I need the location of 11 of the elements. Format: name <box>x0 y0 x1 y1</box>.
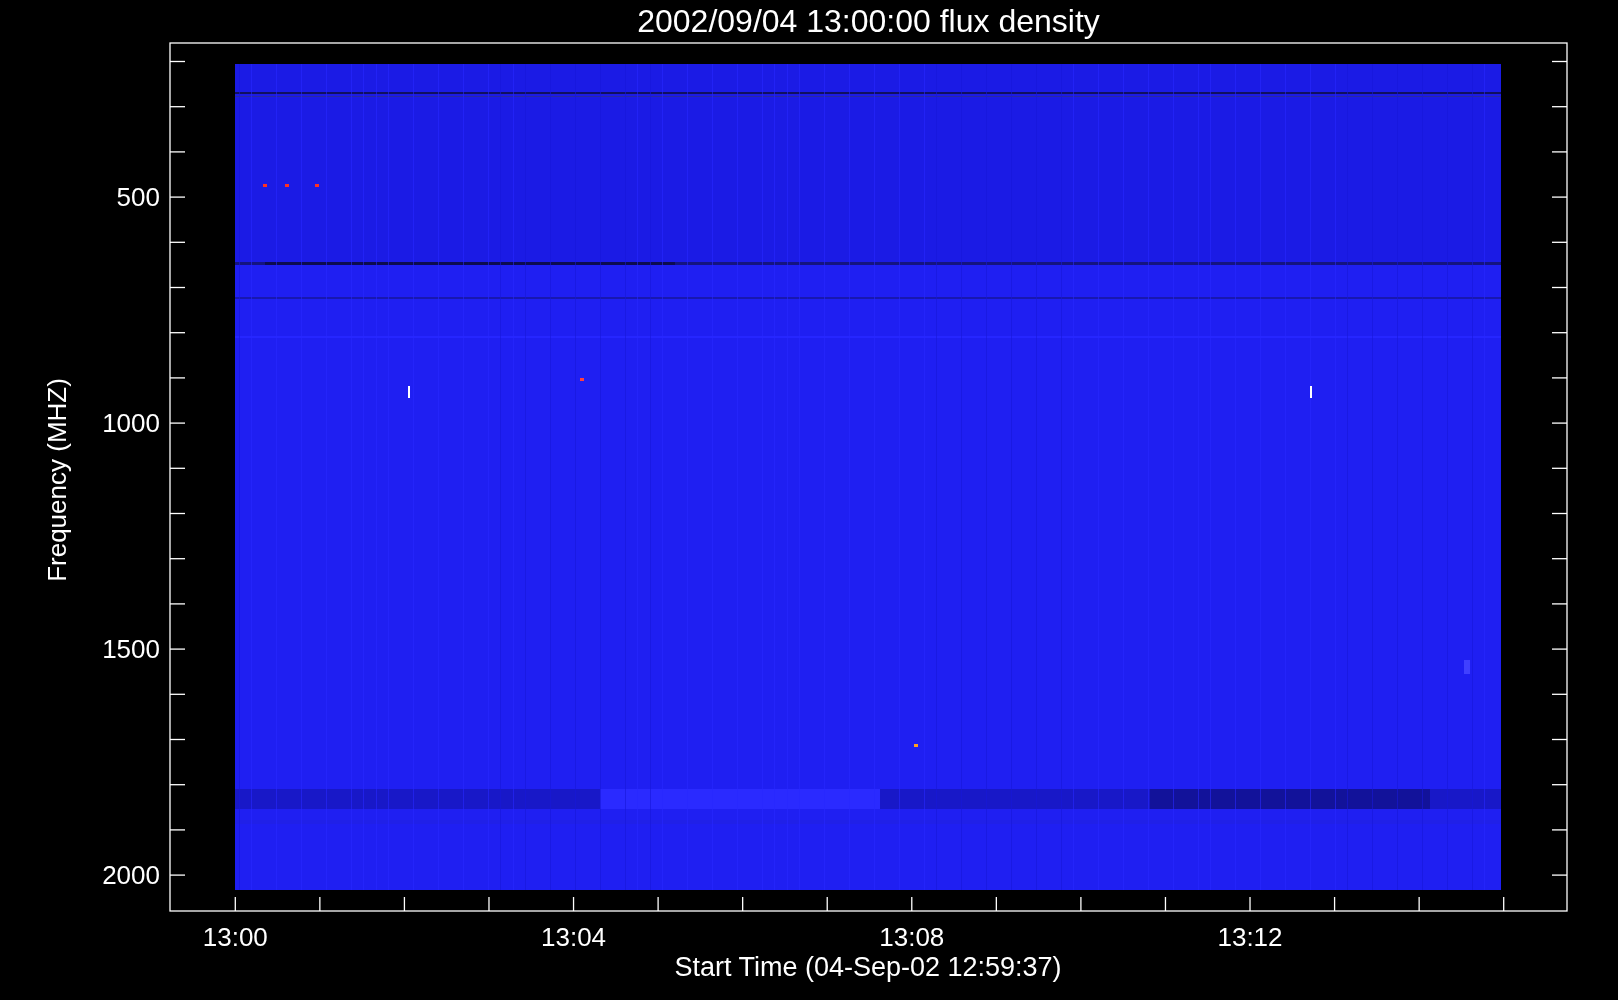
axis-title: Start Time (04-Sep-02 12:59:37) <box>674 952 1062 982</box>
chart-title: 2002/09/04 13:00:00 flux density <box>637 3 1100 39</box>
tick-label: 13:12 <box>1217 922 1283 952</box>
tick-label: 2000 <box>102 860 160 891</box>
tick-label: 1000 <box>102 408 160 439</box>
tick-label: 1500 <box>102 634 160 665</box>
tick-label: 13:04 <box>541 922 607 952</box>
axis-title: Frequency (MHZ) <box>42 378 72 582</box>
tick-label: 13:00 <box>202 922 268 952</box>
tick-label: 500 <box>116 182 160 213</box>
tick-label: 13:08 <box>879 922 945 952</box>
